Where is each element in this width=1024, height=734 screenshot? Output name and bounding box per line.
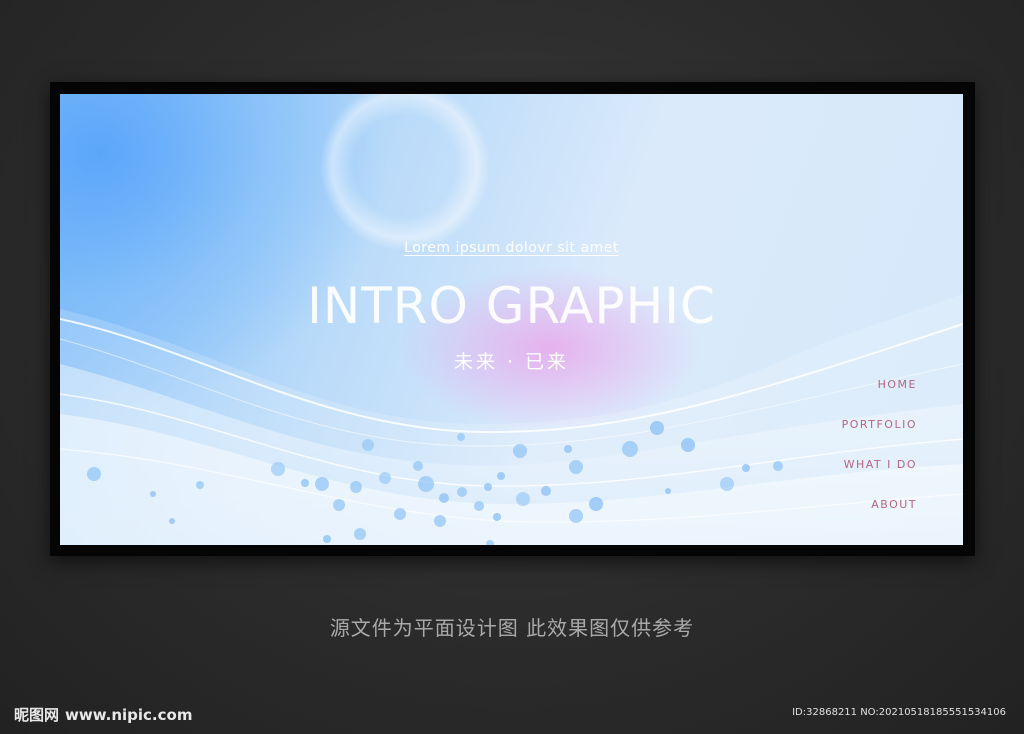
watermark-url: www.nipic.com [65, 706, 193, 724]
hero-subtitle-link[interactable]: Lorem ipsum dolovr sit amet [60, 240, 963, 256]
nav-item-what-i-do[interactable]: WHAT I DO [842, 458, 917, 498]
nav-item-about[interactable]: ABOUT [842, 498, 917, 538]
watermark-brand-name: 昵图网 [14, 706, 60, 724]
glow-ring [320, 94, 490, 251]
preview-caption: 源文件为平面设计图 此效果图仅供参考 [329, 616, 695, 640]
nav-item-portfolio[interactable]: PORTFOLIO [842, 418, 917, 458]
hero-title: INTRO GRAPHIC [307, 277, 716, 335]
hero-tagline: 未来 · 已来 [453, 351, 570, 373]
intro-screen: Lorem ipsum dolovr sit amet INTRO GRAPHI… [60, 94, 963, 545]
watermark-id: ID:32868211 NO:20210518185551534106 [792, 707, 1006, 718]
right-nav-menu: HOME PORTFOLIO WHAT I DO ABOUT [842, 378, 917, 538]
nav-item-home[interactable]: HOME [842, 378, 917, 418]
display-frame: Lorem ipsum dolovr sit amet INTRO GRAPHI… [50, 82, 975, 556]
watermark-brand: 昵图网 www.nipic.com [14, 704, 192, 725]
